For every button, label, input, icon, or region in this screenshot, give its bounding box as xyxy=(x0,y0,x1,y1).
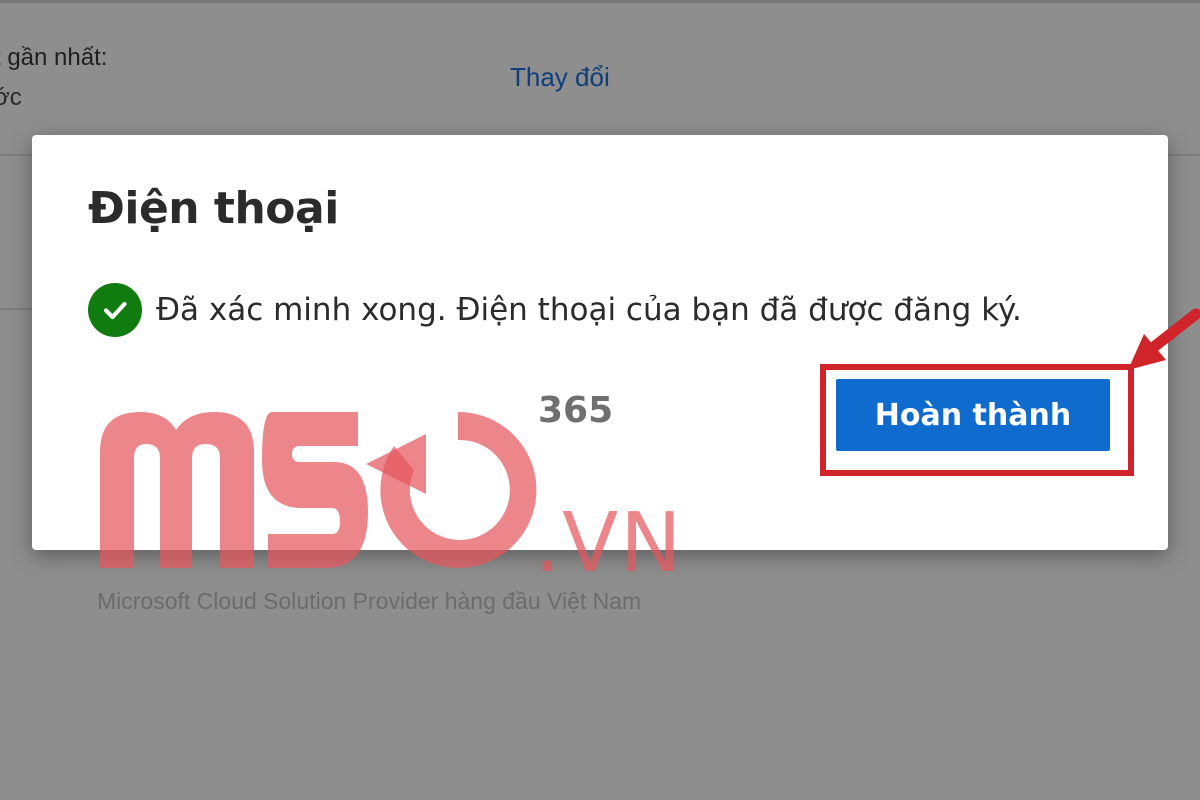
verification-status: Đã xác minh xong. Điện thoại của bạn đã … xyxy=(88,283,1022,337)
watermark-domain: .VN xyxy=(534,496,684,591)
background-field-value: ớc xyxy=(0,84,22,111)
highlight-box xyxy=(820,364,1134,476)
watermark-tagline: Microsoft Cloud Solution Provider hàng đ… xyxy=(97,588,642,614)
change-link[interactable]: Thay đổi xyxy=(510,62,610,93)
mso-logo-watermark xyxy=(100,411,537,568)
background-top-rule xyxy=(0,0,1200,3)
watermark-365: 365 xyxy=(538,390,614,431)
dialog-title: Điện thoại xyxy=(88,183,339,234)
checkmark-circle-icon xyxy=(88,283,142,337)
background-field-label: t gần nhất: xyxy=(0,44,108,71)
status-message: Đã xác minh xong. Điện thoại của bạn đã … xyxy=(156,292,1022,328)
arrow-icon xyxy=(1128,308,1200,370)
